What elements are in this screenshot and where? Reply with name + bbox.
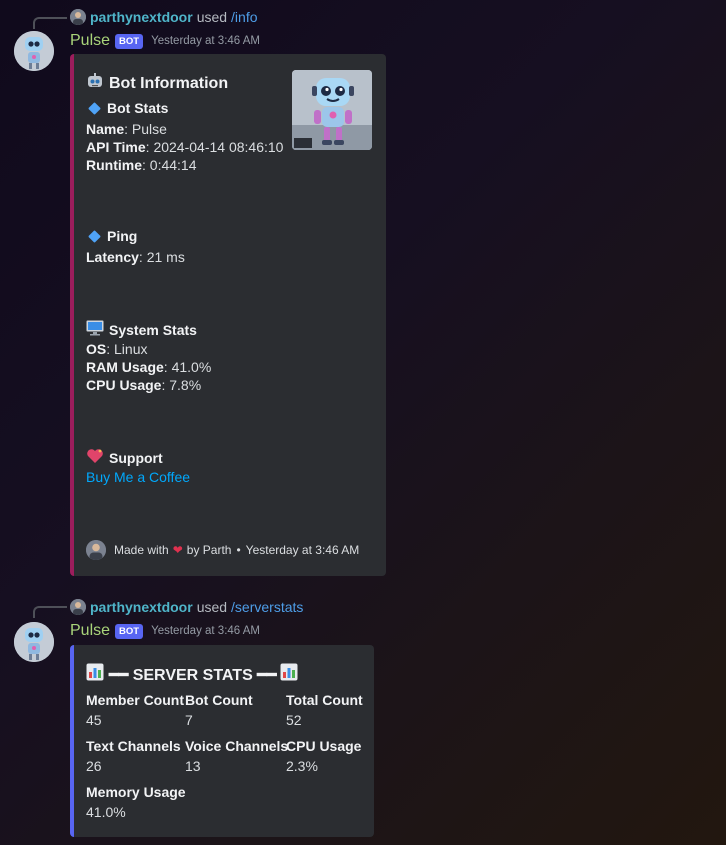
- reply-avatar[interactable]: [70, 9, 86, 25]
- footer-time: Yesterday at 3:46 AM: [245, 543, 360, 557]
- ram-label: RAM Usage: [86, 359, 164, 375]
- info-embed: Bot Information Bot Stats Name: Pulse AP…: [70, 54, 386, 576]
- bot-stats-heading: Bot Stats: [86, 100, 168, 116]
- buy-me-a-coffee-link[interactable]: Buy Me a Coffee: [86, 469, 190, 485]
- reply-connector: [33, 606, 67, 618]
- reply-used-text: used: [196, 9, 228, 25]
- field-name: Memory Usage: [86, 784, 186, 800]
- support-heading: Support: [86, 448, 163, 467]
- desktop-computer-icon: [86, 320, 104, 339]
- message-timestamp[interactable]: Yesterday at 3:46 AM: [151, 625, 260, 637]
- bot-tag: BOT: [115, 623, 144, 639]
- embed-title: Bot Information: [86, 72, 228, 95]
- ram-line: RAM Usage: 41.0%: [86, 359, 212, 375]
- footer-avatar: [86, 540, 106, 560]
- field-value: 45: [86, 712, 102, 728]
- runtime-value: 0:44:14: [149, 157, 197, 173]
- reply-connector: [33, 17, 67, 29]
- support-heading-text: Support: [109, 449, 163, 466]
- field-name: Bot Count: [185, 692, 253, 708]
- blue-diamond-icon: [88, 101, 101, 115]
- field-name: Voice Channels: [185, 738, 289, 754]
- blue-diamond-icon: [88, 229, 101, 243]
- ping-heading: Ping: [86, 228, 137, 244]
- api-time-value: 2024-04-14 08:46:10: [153, 139, 284, 155]
- reply-reference[interactable]: parthynextdoor used /info: [70, 9, 258, 25]
- server-stats-embed: ━━ SERVER STATS ━━ Member Count 45 Bot C…: [70, 645, 374, 837]
- field-value: 7: [185, 712, 193, 728]
- reply-used-text: used: [196, 599, 228, 615]
- bot-thumbnail[interactable]: [292, 70, 372, 150]
- name-label: Name: [86, 121, 125, 137]
- ram-value: 41.0%: [171, 359, 212, 375]
- field-value: 41.0%: [86, 804, 126, 820]
- latency-line: Latency: 21 ms: [86, 249, 185, 265]
- embed-footer: Made with ❤ by Parth • Yesterday at 3:46…: [86, 540, 359, 560]
- bot-stats-heading-text: Bot Stats: [107, 100, 169, 116]
- message-header: Pulse BOT Yesterday at 3:46 AM: [70, 622, 260, 640]
- os-line: OS: Linux: [86, 341, 148, 357]
- reply-username[interactable]: parthynextdoor: [90, 9, 193, 25]
- api-time-label: API Time: [86, 139, 146, 155]
- field-value: 2.3%: [286, 758, 318, 774]
- reply-command[interactable]: /serverstats: [231, 599, 303, 615]
- footer-separator: •: [236, 543, 241, 557]
- message-timestamp[interactable]: Yesterday at 3:46 AM: [151, 35, 260, 47]
- system-stats-heading: System Stats: [86, 320, 197, 339]
- heart-icon: ❤: [172, 543, 183, 557]
- bot-username[interactable]: Pulse: [70, 32, 110, 50]
- latency-label: Latency: [86, 249, 139, 265]
- name-line: Name: Pulse: [86, 121, 167, 137]
- support-link-line: Buy Me a Coffee: [86, 469, 190, 485]
- field-name: Total Count: [286, 692, 363, 708]
- embed-title: ━━ SERVER STATS ━━: [86, 663, 303, 686]
- sparkling-heart-icon: [86, 448, 104, 467]
- message-header: Pulse BOT Yesterday at 3:46 AM: [70, 32, 260, 50]
- field-name: Text Channels: [86, 738, 181, 754]
- field-value: 26: [86, 758, 102, 774]
- field-name: Member Count: [86, 692, 184, 708]
- reply-reference[interactable]: parthynextdoor used /serverstats: [70, 599, 303, 615]
- field-name: CPU Usage: [286, 738, 362, 754]
- field-value: 13: [185, 758, 201, 774]
- bar-chart-icon: [86, 663, 104, 686]
- field-value: 52: [286, 712, 302, 728]
- bot-avatar[interactable]: [14, 31, 54, 71]
- os-value: Linux: [114, 341, 148, 357]
- cpu-label: CPU Usage: [86, 377, 162, 393]
- cpu-value: 7.8%: [169, 377, 202, 393]
- bot-tag: BOT: [115, 33, 144, 49]
- runtime-label: Runtime: [86, 157, 142, 173]
- system-heading-text: System Stats: [109, 321, 197, 338]
- reply-command[interactable]: /info: [231, 9, 257, 25]
- bot-username[interactable]: Pulse: [70, 622, 110, 640]
- runtime-line: Runtime: 0:44:14: [86, 157, 197, 173]
- name-value: Pulse: [131, 121, 167, 137]
- bar-chart-icon: [280, 663, 298, 686]
- footer-by: by Parth: [186, 543, 232, 557]
- os-label: OS: [86, 341, 107, 357]
- ping-heading-text: Ping: [107, 228, 138, 244]
- embed-title-text: ━━ SERVER STATS ━━: [109, 666, 277, 684]
- reply-username[interactable]: parthynextdoor: [90, 599, 193, 615]
- robot-face-icon: [86, 72, 104, 95]
- api-time-line: API Time: 2024-04-14 08:46:10: [86, 139, 284, 155]
- embed-title-text: Bot Information: [109, 74, 229, 92]
- footer-made-with: Made with: [114, 543, 169, 557]
- bot-avatar[interactable]: [14, 622, 54, 662]
- reply-avatar[interactable]: [70, 599, 86, 615]
- latency-value: 21 ms: [146, 249, 185, 265]
- cpu-line: CPU Usage: 7.8%: [86, 377, 202, 393]
